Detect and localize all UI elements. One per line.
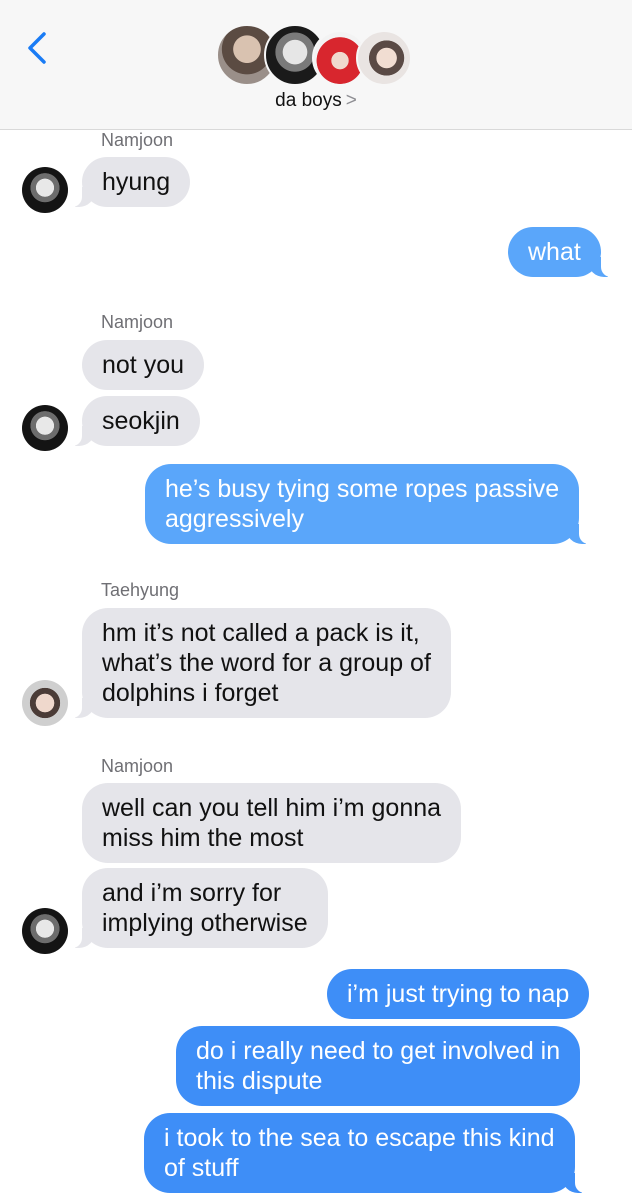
outgoing-message[interactable]: do i really need to get involved in this… <box>176 1026 581 1106</box>
chevron-left-icon <box>28 32 46 64</box>
message-line: i took to the sea to escape this kind <box>164 1124 555 1152</box>
incoming-message[interactable]: and i’m sorry for implying otherwise <box>70 868 328 948</box>
outgoing-message[interactable]: i took to the sea to escape this kind of… <box>144 1113 587 1193</box>
message-line: do i really need to get involved in <box>196 1037 561 1065</box>
incoming-message[interactable]: hm it’s not called a pack is it, what’s … <box>70 608 451 718</box>
message-line: dolphins i forget <box>102 679 279 707</box>
message-text: what <box>528 238 581 266</box>
incoming-message[interactable]: seokjin <box>70 396 200 446</box>
message-line: of stuff <box>164 1154 239 1182</box>
incoming-message[interactable]: not you <box>82 340 205 390</box>
message-text: i’m just trying to nap <box>347 980 570 1008</box>
group-name[interactable]: da boys > <box>0 90 632 112</box>
sender-name: Taehyung <box>101 580 180 600</box>
message-line: miss him the most <box>102 824 304 852</box>
message-text: seokjin <box>102 407 180 435</box>
sender-name: Namjoon <box>101 756 174 776</box>
message-text: not you <box>102 351 185 379</box>
incoming-message[interactable]: well can you tell him i’m gonna miss him… <box>82 783 462 863</box>
message-line: aggressively <box>165 505 304 533</box>
message-line: implying otherwise <box>102 909 308 937</box>
message-text: hyung <box>102 168 171 196</box>
outgoing-message[interactable]: what <box>508 227 613 277</box>
namjoon-avatar[interactable] <box>22 908 68 954</box>
sender-name: Namjoon <box>101 312 174 332</box>
incoming-message[interactable]: hyung <box>69 157 191 207</box>
chevron-right-icon: > <box>345 90 357 111</box>
message-line: this dispute <box>196 1067 323 1095</box>
member-4-avatar <box>356 30 412 86</box>
message-line: well can you tell him i’m gonna <box>102 794 442 822</box>
group-name-label: da boys <box>275 90 342 111</box>
namjoon-avatar[interactable] <box>22 167 68 213</box>
outgoing-message[interactable]: i’m just trying to nap <box>327 969 590 1019</box>
sender-name: Namjoon <box>101 130 174 150</box>
outgoing-message[interactable]: he’s busy tying some ropes passive aggre… <box>145 464 592 544</box>
message-line: and i’m sorry for <box>102 879 282 907</box>
conversation-header: da boys > <box>0 0 632 130</box>
group-avatars[interactable] <box>216 24 416 90</box>
namjoon-avatar[interactable] <box>22 405 68 451</box>
taehyung-avatar[interactable] <box>22 680 68 726</box>
message-line: what’s the word for a group of <box>102 649 431 677</box>
message-line: he’s busy tying some ropes passive <box>165 475 560 503</box>
message-line: hm it’s not called a pack is it, <box>102 619 420 647</box>
back-button[interactable] <box>22 30 52 66</box>
